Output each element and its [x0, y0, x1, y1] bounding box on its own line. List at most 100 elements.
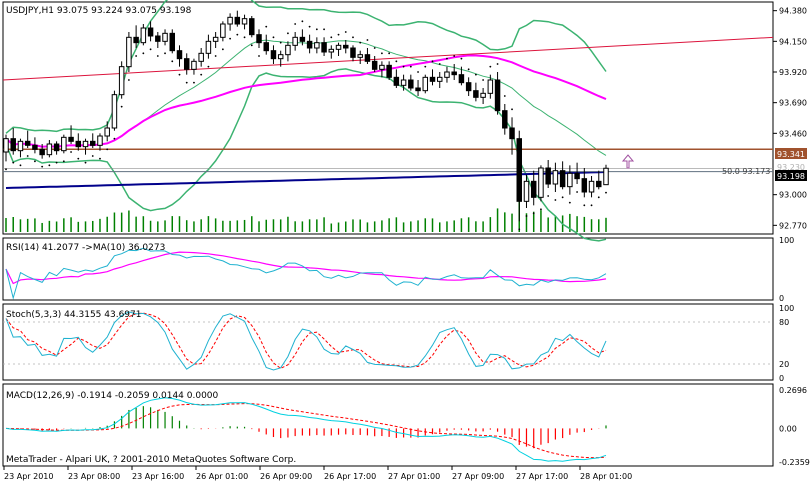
candle-body [10, 138, 16, 152]
sar-dot [77, 157, 80, 160]
sar-dot [576, 191, 578, 193]
price-tick-label: 93.460 [779, 129, 807, 138]
sar-dot [48, 164, 51, 167]
sar-dot [149, 48, 152, 51]
sar-dot [236, 33, 239, 36]
candle-body [530, 180, 537, 198]
candle-body [61, 136, 67, 152]
time-tick-label: 26 Apr 17:00 [324, 472, 376, 481]
sar-dot [272, 36, 275, 39]
sar-dot [294, 23, 297, 25]
sar-dot [26, 155, 29, 157]
time-tick-label: 28 Apr 01:00 [580, 472, 632, 481]
macd-tick-label: -0.2359 [779, 458, 810, 467]
sar-dot [207, 65, 210, 68]
sar-dot [605, 191, 607, 194]
sar-dot [568, 201, 571, 204]
sar-dot [127, 79, 130, 81]
candle-body [451, 71, 457, 76]
sar-dot [583, 204, 586, 207]
time-tick-label: 26 Apr 09:00 [260, 472, 312, 481]
candle-body [249, 18, 255, 36]
sar-dot [106, 148, 109, 151]
candle-body [596, 180, 602, 188]
candle-body [581, 178, 588, 193]
sar-dot [489, 65, 492, 68]
candle-body [205, 40, 212, 54]
sar-dot [373, 47, 376, 49]
candle-body [39, 148, 45, 156]
fib-level-label: 50.0 93.173 [722, 167, 770, 176]
candle-body [545, 167, 551, 185]
candle-body [523, 180, 530, 202]
sar-dot [221, 48, 224, 51]
candle-body [234, 16, 241, 25]
sar-dot [525, 215, 528, 217]
candle-body [502, 110, 508, 129]
candle-body [169, 32, 176, 52]
rsi-tick-label: 0 [779, 294, 784, 303]
sar-dot [474, 73, 477, 76]
sar-dot [62, 160, 65, 163]
macd-tick-label: 0.00 [779, 424, 797, 433]
sar-dot [402, 65, 405, 68]
candle-body [328, 48, 335, 53]
sar-dot [12, 161, 15, 164]
sar-dot [424, 65, 427, 68]
stoch-tick-label: 80 [779, 318, 789, 327]
candle-body [509, 127, 515, 140]
sar-dot [84, 161, 87, 164]
candle-body [487, 79, 494, 94]
sar-dot [70, 151, 72, 153]
sar-dot [344, 31, 347, 33]
candle-body [422, 76, 429, 92]
candle-body [263, 42, 269, 52]
time-tick-label: 23 Apr 2010 [4, 472, 53, 481]
sar-dot [547, 195, 550, 197]
candle-body [588, 180, 595, 193]
sar-dot [301, 20, 304, 23]
macd-tick-label: 0.2696 [779, 386, 807, 395]
sar-dot [250, 44, 253, 47]
sar-dot [41, 165, 44, 168]
candle-body [379, 64, 385, 70]
candle-body [155, 35, 161, 42]
candle-body [147, 27, 154, 37]
candle-body [241, 18, 248, 25]
trading-chart[interactable]: 94.380 94.150 93.920 93.690 93.460 93.000 92.7… [0, 0, 811, 483]
sar-dot [359, 41, 362, 44]
sar-dot [352, 36, 354, 39]
stoch-tick-label: 0 [779, 374, 784, 383]
candle-body [256, 34, 262, 44]
sar-dot [91, 155, 94, 157]
candle-body [516, 138, 522, 202]
stoch-tick-label: 100 [779, 304, 794, 313]
candle-body [183, 58, 190, 70]
candle-body [191, 60, 197, 70]
candle-body [480, 92, 486, 98]
sar-dot [135, 55, 138, 57]
rsi-pane-label: RSI(14) 41.2077 ->MA(10) 36.0273 [6, 243, 165, 253]
hidden-price-tick: 93.230 [777, 163, 805, 172]
sar-dot [482, 79, 485, 81]
sar-dot [178, 73, 181, 76]
sar-dot [540, 208, 542, 211]
candle-body [415, 87, 421, 92]
sar-dot [323, 28, 325, 31]
candle-body [436, 76, 443, 82]
sar-dot [19, 164, 22, 167]
candle-body [104, 127, 110, 137]
candle-body [140, 27, 147, 44]
candle-body [343, 44, 349, 49]
sar-dot [460, 57, 463, 60]
candle-body [220, 23, 226, 38]
stoch-tick-label: 20 [779, 360, 789, 369]
candle-body [97, 135, 103, 146]
sar-dot [243, 36, 246, 39]
sar-dot [214, 55, 217, 57]
sar-dot [532, 212, 535, 215]
price-tick-label: 94.150 [779, 37, 807, 46]
sar-dot [453, 55, 456, 57]
candle-body [538, 167, 544, 198]
candle-body [393, 76, 400, 86]
